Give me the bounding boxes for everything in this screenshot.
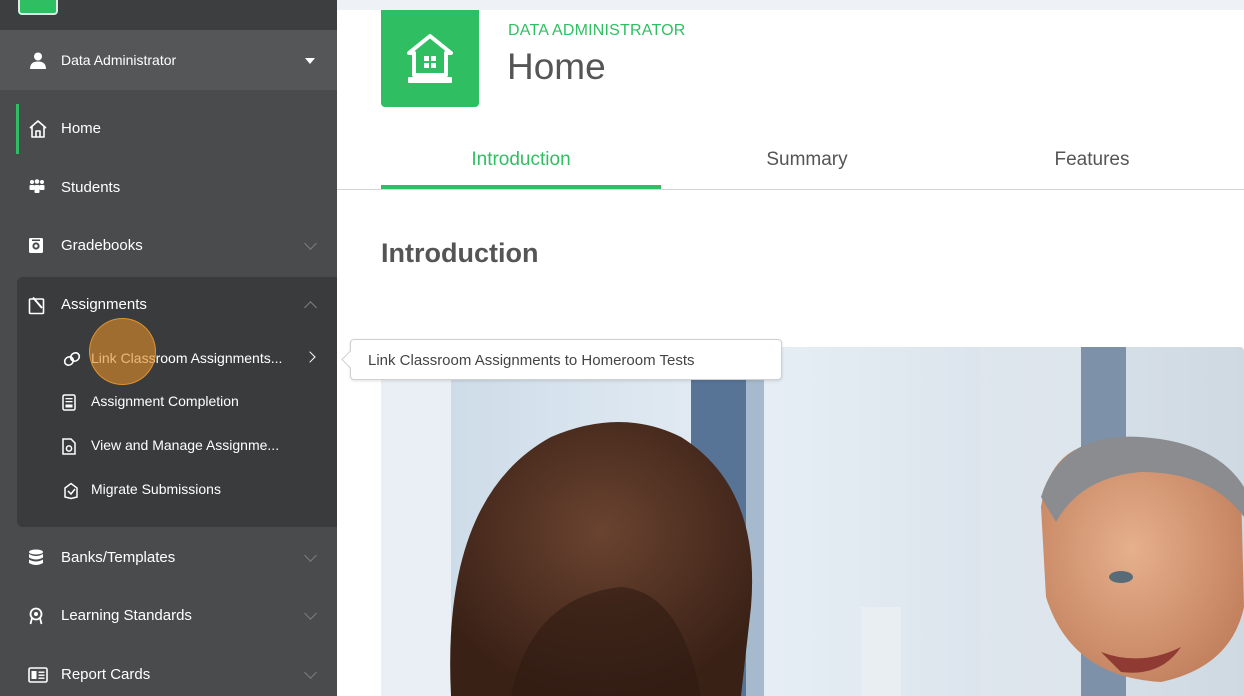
submenu-item-view-manage-assignments[interactable]: View and Manage Assignme... xyxy=(17,428,337,464)
assignment-icon xyxy=(28,296,46,320)
tab-summary[interactable]: Summary xyxy=(707,149,907,171)
sidebar-item-gradebooks[interactable]: Gradebooks xyxy=(0,217,337,275)
chevron-down-icon xyxy=(305,58,315,64)
document-icon xyxy=(62,394,76,416)
chevron-down-icon xyxy=(304,607,317,620)
sidebar-item-label: Home xyxy=(61,120,102,137)
user-icon xyxy=(30,52,46,74)
students-icon xyxy=(28,179,46,199)
chevron-down-icon xyxy=(304,549,317,562)
sidebar-item-home[interactable]: Home xyxy=(0,100,337,158)
tab-introduction[interactable]: Introduction xyxy=(381,149,661,171)
sidebar-item-label: Gradebooks xyxy=(61,237,143,254)
chevron-down-icon xyxy=(304,237,317,250)
link-icon xyxy=(62,350,82,373)
chevron-down-icon xyxy=(304,666,317,679)
section-heading: Introduction xyxy=(381,238,539,268)
home-outline-icon xyxy=(28,119,48,144)
home-tile xyxy=(381,10,479,107)
gradebook-icon xyxy=(28,237,44,259)
submenu-item-migrate-submissions[interactable]: Migrate Submissions xyxy=(17,472,337,508)
submenu-item-label: View and Manage Assignme... xyxy=(91,437,280,453)
tab-features[interactable]: Features xyxy=(992,149,1192,171)
sidebar-item-assignments[interactable]: Assignments xyxy=(0,277,337,335)
sidebar-item-students[interactable]: Students xyxy=(0,158,337,216)
page-title: Home xyxy=(507,46,606,87)
submenu-item-label: Assignment Completion xyxy=(91,393,239,409)
submenu-item-label: Migrate Submissions xyxy=(91,481,221,497)
tab-bar: Introduction Summary Features xyxy=(337,145,1244,190)
submenu-item-link-classroom-assignments[interactable]: Link Classroom Assignments... xyxy=(17,341,337,377)
sidebar-item-report-cards[interactable]: Report Cards xyxy=(0,646,337,696)
user-role-label: Data Administrator xyxy=(61,52,177,68)
sidebar-item-label: Assignments xyxy=(61,296,147,313)
chevron-right-icon xyxy=(304,351,316,363)
sidebar-item-label: Students xyxy=(61,179,121,196)
chevron-up-icon xyxy=(304,301,317,314)
active-tab-indicator xyxy=(381,185,661,189)
sidebar-item-banks-templates[interactable]: Banks/Templates xyxy=(0,529,337,587)
user-menu[interactable]: Data Administrator xyxy=(0,30,337,90)
submenu-item-label: Link Classroom Assignments... xyxy=(91,350,283,366)
hero-photo xyxy=(381,347,1244,696)
sidebar-top-strip xyxy=(0,0,337,30)
standards-icon xyxy=(28,607,44,630)
sidebar-item-label: Learning Standards xyxy=(61,607,192,624)
tooltip: Link Classroom Assignments to Homeroom T… xyxy=(350,339,782,380)
submenu-item-assignment-completion[interactable]: Assignment Completion xyxy=(17,384,337,420)
migrate-icon xyxy=(62,482,80,505)
role-label: DATA ADMINISTRATOR xyxy=(508,22,686,39)
sidebar-item-label: Report Cards xyxy=(61,666,151,683)
sidebar-item-label: Banks/Templates xyxy=(61,549,176,566)
app-logo[interactable] xyxy=(18,0,58,15)
sidebar: Data Administrator Home Students Gradebo… xyxy=(0,0,337,696)
sidebar-item-learning-standards[interactable]: Learning Standards xyxy=(0,587,337,645)
home-icon xyxy=(407,34,453,83)
tooltip-text: Link Classroom Assignments to Homeroom T… xyxy=(368,352,695,369)
manage-document-icon xyxy=(62,438,76,460)
report-card-icon xyxy=(28,667,48,688)
database-icon xyxy=(28,549,44,571)
